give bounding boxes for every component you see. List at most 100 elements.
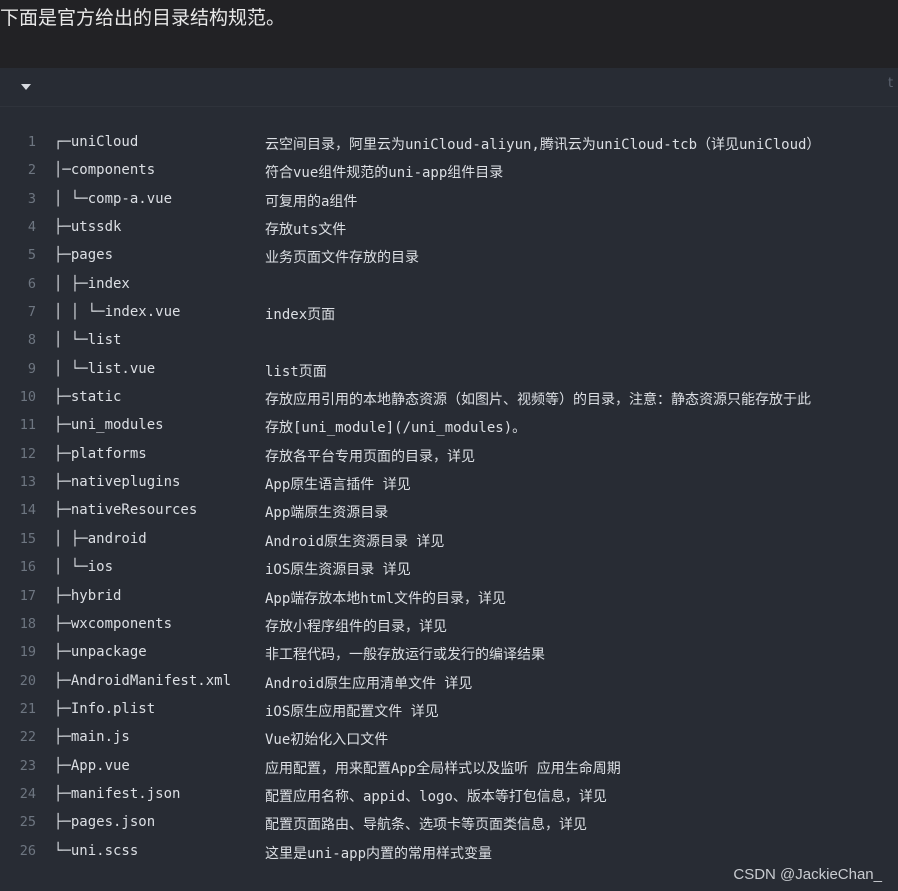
line-number: 17: [19, 587, 36, 604]
path-description: 配置页面路由、导航条、选项卡等页面类信息，详见: [265, 817, 587, 834]
code-line: 22 ├─main.js Vue初始化入口文件: [0, 725, 898, 753]
line-number: 11: [19, 417, 36, 434]
tree-path: ├─utssdk: [54, 219, 122, 236]
section-heading: 下面是官方给出的目录结构规范。: [0, 7, 286, 29]
line-number: 21: [19, 700, 36, 717]
line-number: 25: [19, 814, 36, 831]
path-description: 可复用的a组件: [265, 193, 358, 210]
code-line: 11 ├─uni_modules 存放[uni_module](/uni_modul…: [0, 413, 898, 441]
line-number: 24: [19, 785, 36, 802]
line-number: 2: [27, 162, 36, 179]
tree-path: │ │ └─index.vue: [54, 304, 181, 321]
tree-path: ├─AndroidManifest.xml: [54, 672, 232, 689]
code-line: 24 ├─manifest.json 配置应用名称、appid、logo、版本等打包…: [0, 782, 898, 810]
code-line: 18 ├─wxcomponents 存放小程序组件的目录，详见: [0, 612, 898, 640]
code-line: 4 ├─utssdk 存放uts文件: [0, 215, 898, 243]
tree-path: │ └─comp-a.vue: [54, 190, 173, 207]
line-number: 3: [27, 190, 36, 207]
code-line: 26 └─uni.scss 这里是uni-app内置的常用样式变量: [0, 839, 898, 867]
code-line: 23 ├─App.vue 应用配置，用来配置App全局样式以及监听 应用生命周期: [0, 754, 898, 782]
path-description: iOS原生资源目录 详见: [265, 562, 411, 579]
path-description: 存放应用引用的本地静态资源（如图片、视频等）的目录，注意：静态资源只能存放于此: [265, 392, 811, 409]
tree-path: ├─main.js: [54, 729, 130, 746]
path-description: 配置应用名称、appid、logo、版本等打包信息，详见: [265, 788, 607, 805]
path-description: Android原生应用清单文件 详见: [265, 675, 473, 692]
code-line: 8 │ └─list: [0, 328, 898, 356]
article-page: 下面是官方给出的目录结构规范。 t 1 ┌─uniCloud 云空间目录，阿里云为u…: [0, 0, 898, 891]
line-number: 4: [27, 219, 36, 236]
tree-path: └─uni.scss: [54, 842, 139, 859]
code-line: 10 ├─static 存放应用引用的本地静态资源（如图片、视频等）的目录，注意：静…: [0, 385, 898, 413]
copy-button[interactable]: t: [888, 76, 898, 96]
watermark: CSDN @JackieChan_: [733, 866, 882, 883]
path-description: 业务页面文件存放的目录: [265, 250, 419, 267]
line-number: 19: [19, 644, 36, 661]
line-number: 22: [19, 729, 36, 746]
tree-path: ├─pages.json: [54, 814, 156, 831]
path-description: 非工程代码，一般存放运行或发行的编译结果: [265, 647, 545, 664]
code-line: 12 ├─platforms 存放各平台专用页面的目录，详见: [0, 442, 898, 470]
tree-path: │─components: [54, 162, 156, 179]
line-number: 5: [27, 247, 36, 264]
tree-path: ├─manifest.json: [54, 785, 181, 802]
line-number: 12: [19, 445, 36, 462]
code-line: 7 │ │ └─index.vue index页面: [0, 300, 898, 328]
tree-path: │ ├─android: [54, 530, 147, 547]
path-description: 存放各平台专用页面的目录，详见: [265, 448, 475, 465]
caret-down-icon[interactable]: [18, 80, 34, 94]
path-description: iOS原生应用配置文件 详见: [265, 703, 439, 720]
path-description: 存放小程序组件的目录，详见: [265, 618, 447, 635]
code-line: 6 │ ├─index: [0, 272, 898, 300]
line-number: 16: [19, 559, 36, 576]
path-description: list页面: [265, 363, 327, 380]
path-description: App端原生资源目录: [265, 505, 389, 522]
code-line: 14 ├─nativeResources App端原生资源目录: [0, 498, 898, 526]
code-line: 19 ├─unpackage 非工程代码，一般存放运行或发行的编译结果: [0, 640, 898, 668]
tree-path: ┌─uniCloud: [54, 134, 139, 150]
tree-path: ├─App.vue: [54, 757, 130, 774]
path-description: Vue初始化入口文件: [265, 732, 389, 749]
code-lines: 1 ┌─uniCloud 云空间目录，阿里云为uniCloud-aliyun,腾讯云…: [0, 130, 898, 867]
line-number: 7: [27, 304, 36, 321]
code-line: 9 │ └─list.vue list页面: [0, 357, 898, 385]
code-line: 21 ├─Info.plist iOS原生应用配置文件 详见: [0, 697, 898, 725]
path-description: 符合vue组件规范的uni-app组件目录: [265, 165, 504, 182]
path-description: 存放[uni_module](/uni_modules)。: [265, 420, 527, 437]
tree-path: ├─Info.plist: [54, 700, 156, 717]
tree-path: ├─pages: [54, 247, 114, 264]
tree-path: ├─static: [54, 389, 122, 406]
code-line: 1 ┌─uniCloud 云空间目录，阿里云为uniCloud-aliyun,腾讯云…: [0, 130, 898, 158]
code-toolbar: t: [0, 68, 898, 106]
code-line: 16 │ └─ios iOS原生资源目录 详见: [0, 555, 898, 583]
line-number: 13: [19, 474, 36, 491]
path-description: 存放uts文件: [265, 222, 347, 239]
tree-path: │ └─list.vue: [54, 360, 156, 377]
tree-path: │ └─list: [54, 332, 122, 349]
path-description: App端存放本地html文件的目录，详见: [265, 590, 507, 607]
tree-path: ├─wxcomponents: [54, 615, 173, 632]
line-number: 18: [19, 615, 36, 632]
tree-path: │ ├─index: [54, 275, 130, 292]
line-number: 9: [27, 360, 36, 377]
line-number: 26: [19, 842, 36, 859]
line-number: 20: [19, 672, 36, 689]
line-number: 1: [27, 134, 36, 150]
tree-path: ├─platforms: [54, 445, 147, 462]
tree-path: ├─nativeResources: [54, 502, 198, 519]
code-line: 13 ├─nativeplugins App原生语言插件 详见: [0, 470, 898, 498]
line-number: 15: [19, 530, 36, 547]
line-number: 6: [27, 275, 36, 292]
path-description: Android原生资源目录 详见: [265, 533, 445, 550]
code-line: 20 ├─AndroidManifest.xml Android原生应用清单文件 详…: [0, 669, 898, 697]
path-description: App原生语言插件 详见: [265, 477, 411, 494]
path-description: 应用配置，用来配置App全局样式以及监听 应用生命周期: [265, 760, 621, 777]
tree-path: ├─unpackage: [54, 644, 147, 661]
code-block: t 1 ┌─uniCloud 云空间目录，阿里云为uniCloud-aliyun,腾…: [0, 68, 898, 891]
line-number: 23: [19, 757, 36, 774]
path-description: 这里是uni-app内置的常用样式变量: [265, 845, 493, 862]
tree-path: │ └─ios: [54, 559, 114, 576]
path-description: index页面: [265, 307, 336, 324]
code-line: 2 │─components 符合vue组件规范的uni-app组件目录: [0, 158, 898, 186]
line-number: 10: [19, 389, 36, 406]
code-line: 3 │ └─comp-a.vue 可复用的a组件: [0, 187, 898, 215]
